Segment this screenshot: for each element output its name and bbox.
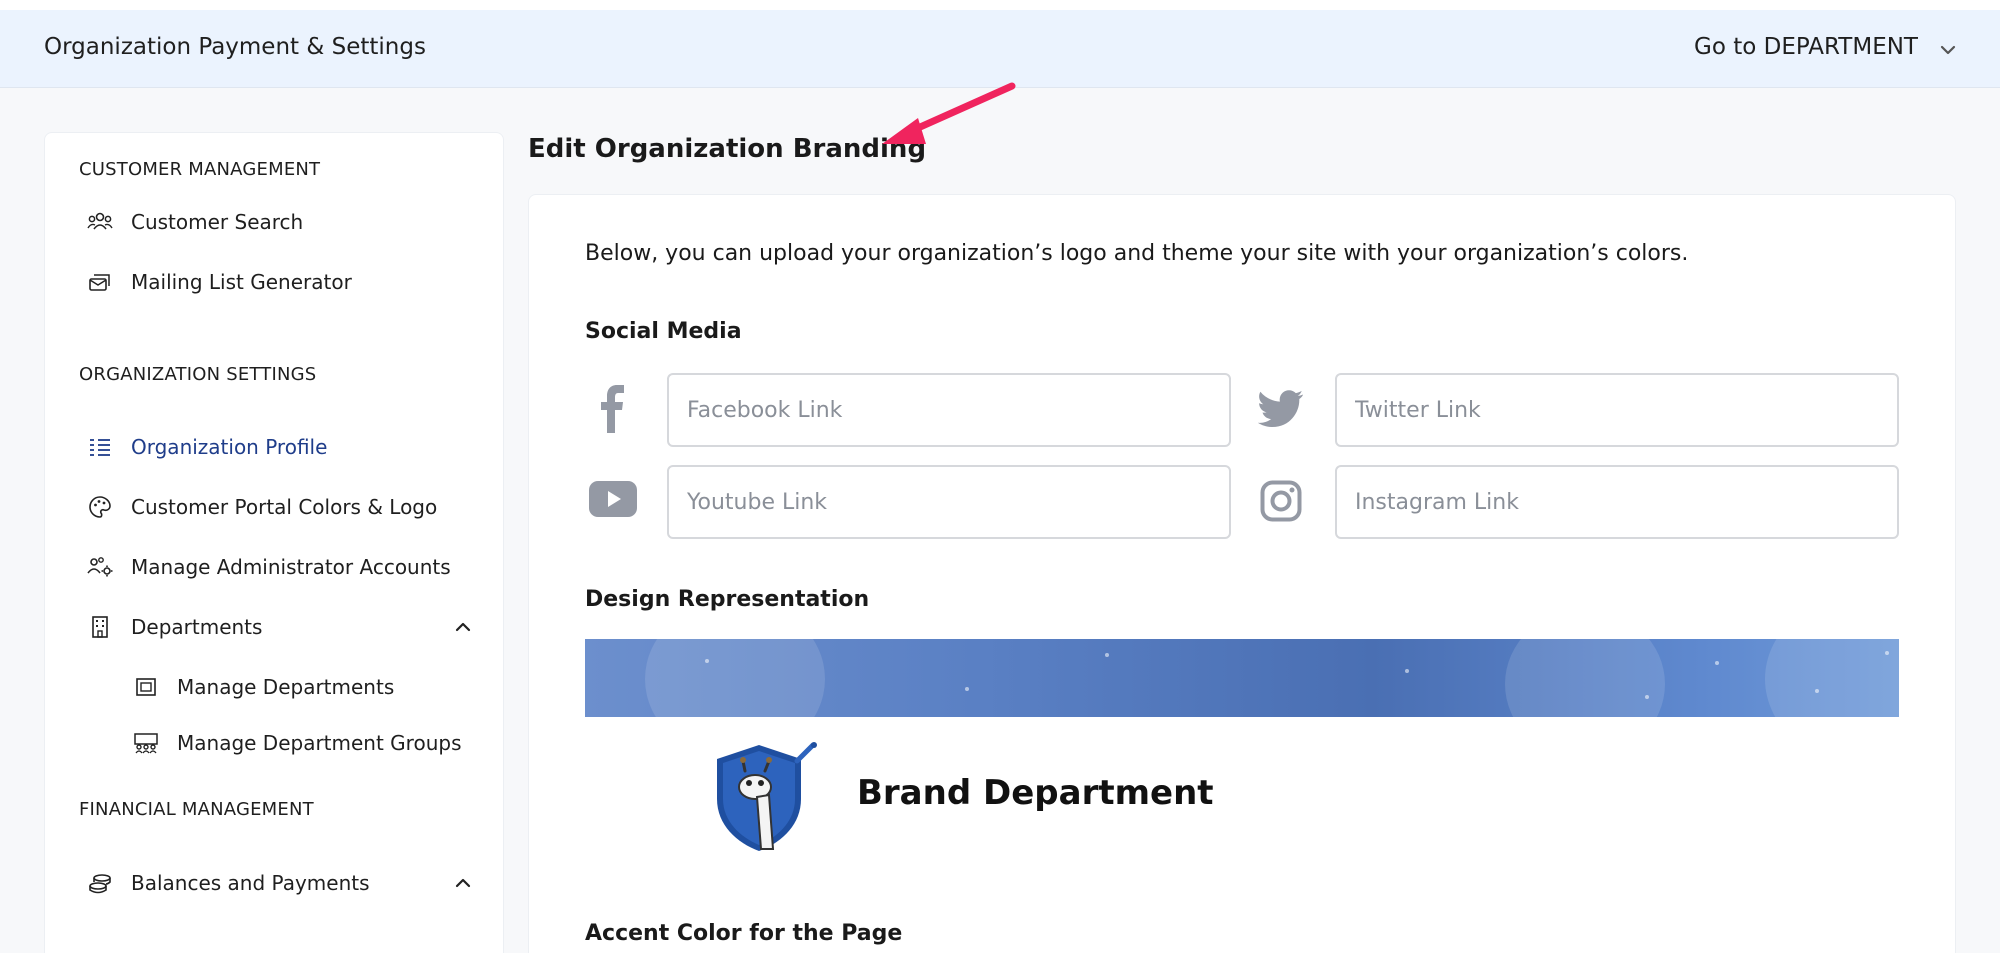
youtube-link-input[interactable] <box>667 465 1231 539</box>
chevron-up-icon[interactable] <box>453 617 473 637</box>
section-heading-financial-management: FINANCIAL MANAGEMENT <box>79 799 314 820</box>
page-title: Edit Organization Branding <box>528 134 927 164</box>
department-logo-shield-icon <box>717 742 817 851</box>
instagram-link-input[interactable] <box>1335 465 1899 539</box>
mail-stack-icon <box>87 269 113 295</box>
top-strip <box>0 0 2000 10</box>
annotation-arrow-icon <box>882 82 1016 144</box>
users-gear-icon <box>87 554 113 580</box>
facebook-icon <box>585 381 641 437</box>
sidebar-item-customer-search[interactable]: Customer Search <box>87 202 473 242</box>
sidebar-item-label: Manage Departments <box>177 675 395 699</box>
instagram-icon <box>1253 473 1309 529</box>
section-heading-organization-settings: ORGANIZATION SETTINGS <box>79 364 317 385</box>
sidebar-item-mailing-list-generator[interactable]: Mailing List Generator <box>87 262 473 302</box>
users-icon <box>87 209 113 235</box>
twitter-icon <box>1253 381 1309 437</box>
branding-card: Below, you can upload your organization’… <box>528 194 1956 953</box>
design-banner-image <box>585 639 1899 717</box>
sidebar-item-label: Customer Portal Colors & Logo <box>131 495 438 519</box>
design-representation-heading: Design Representation <box>585 587 870 612</box>
sidebar-item-balances-and-payments[interactable]: Balances and Payments <box>87 863 473 903</box>
social-media-heading: Social Media <box>585 319 742 344</box>
twitter-link-input[interactable] <box>1335 373 1899 447</box>
sidebar-item-label: Manage Administrator Accounts <box>131 555 451 579</box>
sidebar-item-departments[interactable]: Departments <box>87 607 473 647</box>
sidebar-item-manage-department-groups[interactable]: Manage Department Groups <box>133 723 473 763</box>
coins-icon <box>87 870 113 896</box>
sidebar-item-manage-departments[interactable]: Manage Departments <box>133 667 473 707</box>
sidebar-item-label: Customer Search <box>131 210 304 234</box>
sidebar-item-label: Balances and Payments <box>131 871 370 895</box>
list-icon <box>87 434 113 460</box>
section-heading-customer-management: CUSTOMER MANAGEMENT <box>79 159 321 180</box>
chevron-up-icon[interactable] <box>453 873 473 893</box>
accent-color-heading: Accent Color for the Page <box>585 921 903 946</box>
group-icon <box>133 730 159 756</box>
building-icon <box>87 614 113 640</box>
sidebar: CUSTOMER MANAGEMENT Customer Search Mail… <box>44 132 504 953</box>
sidebar-item-label: Mailing List Generator <box>131 270 352 294</box>
sidebar-item-organization-profile[interactable]: Organization Profile <box>87 427 473 467</box>
frame-icon <box>133 674 159 700</box>
page-app-title: Organization Payment & Settings <box>44 34 426 60</box>
sidebar-item-label: Departments <box>131 615 263 639</box>
sidebar-item-customer-portal-colors-logo[interactable]: Customer Portal Colors & Logo <box>87 487 473 527</box>
department-brand-name: Brand Department <box>857 773 1214 813</box>
palette-icon <box>87 494 113 520</box>
top-bar: Organization Payment & Settings Go to DE… <box>0 10 2000 88</box>
facebook-link-input[interactable] <box>667 373 1231 447</box>
sidebar-item-manage-administrator-accounts[interactable]: Manage Administrator Accounts <box>87 547 473 587</box>
sidebar-item-label: Manage Department Groups <box>177 731 462 755</box>
chevron-down-icon[interactable] <box>1938 40 1958 60</box>
sidebar-item-label: Organization Profile <box>131 435 328 459</box>
branding-description: Below, you can upload your organization’… <box>585 241 1689 266</box>
youtube-icon <box>585 471 641 527</box>
go-to-department-dropdown[interactable]: Go to DEPARTMENT <box>1694 34 1918 60</box>
